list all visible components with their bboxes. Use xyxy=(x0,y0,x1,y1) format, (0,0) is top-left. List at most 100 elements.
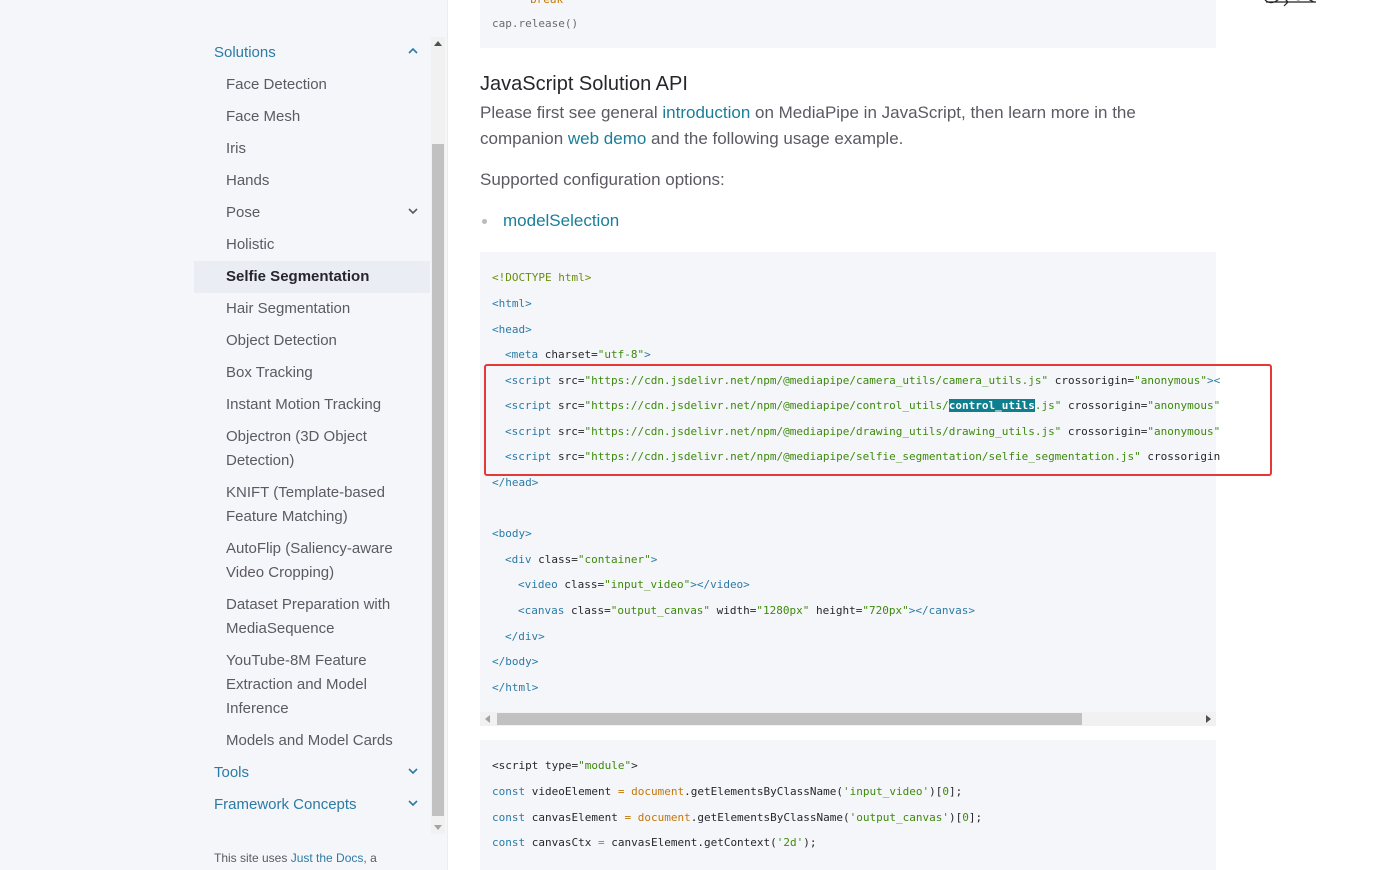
sidebar-item-selfie-segmentation[interactable]: Selfie Segmentation xyxy=(194,261,430,293)
code-attr: type= xyxy=(538,759,579,772)
code-doctype: <!DOCTYPE html> xyxy=(492,271,592,284)
sidebar-scrollbar-thumb[interactable] xyxy=(432,144,444,816)
code-punct: )[ xyxy=(949,811,963,824)
web-demo-link[interactable]: web demo xyxy=(568,129,646,148)
chevron-down-icon[interactable] xyxy=(406,796,420,810)
annotation-highlight-box xyxy=(484,364,1272,476)
sidebar-item-models[interactable]: Models and Model Cards xyxy=(194,725,430,757)
sidebar-item-framework-concepts[interactable]: Framework Concepts xyxy=(194,789,430,821)
code-identifier: document xyxy=(631,811,691,824)
code-block-js: <script type="module"> const videoElemen… xyxy=(480,740,1216,870)
sidebar-item-label: Objectron (3D Object Detection) xyxy=(226,428,367,469)
code-punct: )[ xyxy=(929,785,943,798)
code-string: "input_video" xyxy=(604,578,691,591)
scroll-right-arrow-icon[interactable] xyxy=(1206,715,1211,723)
sidebar-item-mediasequence[interactable]: Dataset Preparation with MediaSequence xyxy=(194,589,430,645)
sidebar-item-label: AutoFlip (Saliency-aware Video Cropping) xyxy=(226,540,393,581)
code-string: 'output_canvas' xyxy=(849,811,949,824)
sidebar-item-object-detection[interactable]: Object Detection xyxy=(194,325,430,357)
chevron-up-icon[interactable] xyxy=(406,44,420,58)
just-the-docs-link[interactable]: Just the Docs xyxy=(291,851,364,865)
intro-paragraph-line-1: Please first see general introduction on… xyxy=(480,100,1136,126)
sidebar-item-label: Framework Concepts xyxy=(214,796,357,813)
sidebar-item-face-detection[interactable]: Face Detection xyxy=(194,69,430,101)
code-tag: > xyxy=(631,759,638,772)
sidebar-item-autoflip[interactable]: AutoFlip (Saliency-aware Video Cropping) xyxy=(194,533,430,589)
sidebar-item-youtube-8m[interactable]: YouTube-8M Feature Extraction and Model … xyxy=(194,645,430,725)
code-attr: height= xyxy=(809,604,863,617)
code-tag: > xyxy=(644,348,651,361)
code-tag: <head> xyxy=(492,323,532,336)
sidebar-item-instant-motion-tracking[interactable]: Instant Motion Tracking xyxy=(194,389,430,421)
code-string: 'input_video' xyxy=(843,785,930,798)
code-tag: <script xyxy=(492,759,539,772)
code-tag: > xyxy=(650,553,658,566)
code-identifier: canvasCtx xyxy=(525,836,598,849)
code-identifier: videoElement xyxy=(525,785,618,798)
scroll-left-arrow-icon[interactable] xyxy=(485,715,490,723)
sidebar-item-iris[interactable]: Iris xyxy=(194,133,430,165)
code-string: "720px" xyxy=(862,604,909,617)
code-scrollbar-thumb[interactable] xyxy=(497,713,1082,725)
sidebar-item-pose[interactable]: Pose xyxy=(194,197,430,229)
model-selection-link[interactable]: modelSelection xyxy=(503,211,619,231)
sidebar-item-face-mesh[interactable]: Face Mesh xyxy=(194,101,430,133)
code-tag: <video xyxy=(518,578,558,591)
code-punct: ]; xyxy=(949,785,963,798)
code-punct: ]; xyxy=(968,811,983,824)
sidebar-item-solutions[interactable]: Solutions xyxy=(194,37,430,69)
code-attr: class= xyxy=(557,578,605,591)
code-block-html: <!DOCTYPE html> <html> <head> <meta char… xyxy=(480,252,1220,712)
code-tag: <html> xyxy=(492,297,532,310)
sidebar-item-label: Selfie Segmentation xyxy=(226,268,370,285)
code-keyword: const xyxy=(492,785,526,798)
footer-text: This site uses xyxy=(214,851,291,865)
chevron-down-icon[interactable] xyxy=(406,204,420,218)
code-tag: ></video> xyxy=(690,578,750,591)
code-tag: ></canvas> xyxy=(908,604,975,617)
code-string: "module" xyxy=(578,759,632,772)
sidebar-item-label: Models and Model Cards xyxy=(226,732,393,749)
code-string: "utf-8" xyxy=(597,348,645,361)
introduction-link[interactable]: introduction xyxy=(662,103,750,122)
code-identifier: document xyxy=(624,785,685,798)
code-string: "1280px" xyxy=(756,604,810,617)
code-attr: class= xyxy=(564,604,611,617)
code-operator: = xyxy=(597,836,605,849)
code-keyword: const xyxy=(492,836,526,849)
sidebar-item-knift[interactable]: KNIFT (Template-based Feature Matching) xyxy=(194,477,430,533)
sidebar-item-objectron[interactable]: Objectron (3D Object Detection) xyxy=(194,421,430,477)
sidebar-item-label: Instant Motion Tracking xyxy=(226,396,382,413)
code-string: "container" xyxy=(577,553,651,566)
sidebar-item-hands[interactable]: Hands xyxy=(194,165,430,197)
code-punct: ); xyxy=(803,836,817,849)
code-method: .getElementsByClassName( xyxy=(690,811,850,824)
code-method: canvasElement.getContext( xyxy=(604,836,777,849)
sidebar-item-label: YouTube-8M Feature Extraction and Model … xyxy=(226,652,367,717)
code-tag: <div xyxy=(505,553,532,566)
sidebar-item-holistic[interactable]: Holistic xyxy=(194,229,430,261)
sidebar-item-hair-segmentation[interactable]: Hair Segmentation xyxy=(194,293,430,325)
sidebar-item-tools[interactable]: Tools xyxy=(194,757,430,789)
sidebar-nav: Solutions Face Detection Face Mesh Iris … xyxy=(194,37,430,821)
sidebar-item-label: KNIFT (Template-based Feature Matching) xyxy=(226,484,385,525)
intro-text: and the following usage example. xyxy=(646,129,904,148)
code-attr: charset= xyxy=(538,348,598,361)
code-number: 0 xyxy=(962,811,969,824)
code-horizontal-scrollbar[interactable] xyxy=(480,712,1216,726)
sidebar-scrollbar[interactable] xyxy=(431,37,445,834)
scroll-up-arrow-icon[interactable] xyxy=(434,41,442,46)
code-attr: width= xyxy=(710,604,757,617)
sidebar-item-label: Tools xyxy=(214,764,250,781)
sidebar-item-label: Iris xyxy=(226,140,246,157)
sidebar-item-label: Face Detection xyxy=(226,76,327,93)
intro-paragraph-line-2: companion web demo and the following usa… xyxy=(480,126,903,152)
scroll-down-arrow-icon[interactable] xyxy=(434,825,442,830)
code-tag: </html> xyxy=(492,681,539,694)
sidebar-item-label: Object Detection xyxy=(226,332,337,349)
sidebar-item-box-tracking[interactable]: Box Tracking xyxy=(194,357,430,389)
sidebar-item-label: Hands xyxy=(226,172,270,189)
chevron-down-icon[interactable] xyxy=(406,764,420,778)
code-tag: </body> xyxy=(492,655,539,668)
code-string: '2d' xyxy=(776,836,804,849)
